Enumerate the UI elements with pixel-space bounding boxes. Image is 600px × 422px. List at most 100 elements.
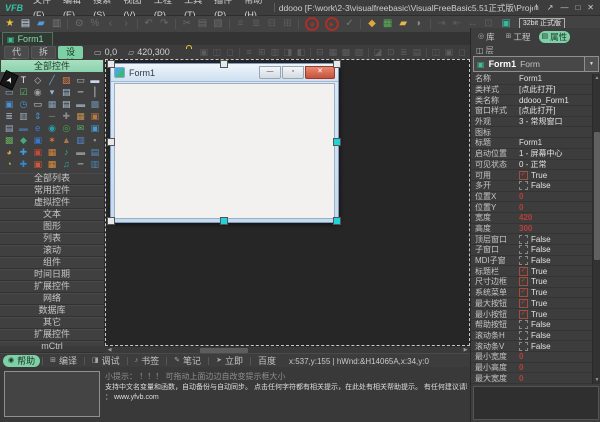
bottom-tab-baidu[interactable]: 百度 bbox=[253, 355, 281, 367]
align-tool-icon[interactable]: ▨ bbox=[353, 47, 365, 58]
property-value[interactable]: ✓ True bbox=[519, 170, 547, 180]
run-icon[interactable]: ▶ bbox=[324, 17, 339, 31]
document-tab-form1[interactable]: ▣ Form1 bbox=[2, 32, 53, 45]
vline-tool-icon[interactable]: ┃ bbox=[88, 86, 102, 98]
property-value[interactable]: 420 bbox=[519, 213, 532, 222]
property-value[interactable]: 0 - 正常 bbox=[519, 160, 547, 170]
checkbox-tool-icon[interactable]: ☑ bbox=[16, 86, 30, 98]
toolbox-category[interactable]: 列表 bbox=[0, 233, 104, 245]
shape-tool-icon[interactable]: ◇ bbox=[31, 74, 45, 86]
view-mode-button-设计[interactable]: 设计 bbox=[58, 45, 84, 68]
form-window[interactable]: Form1 — ▫ ✕ bbox=[110, 63, 339, 223]
bottom-tab-bookmark[interactable]: ♪ 书签 bbox=[130, 355, 165, 367]
dot-tool-icon[interactable]: ▪ bbox=[88, 134, 102, 146]
align-tool-icon[interactable]: ▣ bbox=[443, 47, 455, 58]
radio-tool-icon[interactable]: ◉ bbox=[31, 86, 45, 98]
toolbox-category[interactable]: 其它 bbox=[0, 317, 104, 329]
align-tool-icon[interactable]: ◫ bbox=[430, 47, 442, 58]
align-tool-icon[interactable]: ⊟ bbox=[314, 47, 326, 58]
align-tool-icon[interactable]: ≣ bbox=[398, 47, 410, 58]
toolbox-category[interactable]: 时间日期 bbox=[0, 269, 104, 281]
redo-icon[interactable]: ↷ bbox=[157, 17, 171, 31]
property-value[interactable]: [点此打开] bbox=[519, 85, 555, 95]
object-selector-dropdown[interactable]: ▣ Form1 Form ▼ bbox=[473, 56, 599, 72]
checkbox-unchecked-icon[interactable] bbox=[519, 341, 528, 351]
property-value[interactable]: False bbox=[519, 256, 551, 266]
globe-tool-icon[interactable]: ◎ bbox=[59, 122, 73, 134]
calendar-tool-icon[interactable]: ▦ bbox=[73, 110, 87, 122]
property-value[interactable]: 3 - 常规窗口 bbox=[519, 117, 563, 127]
scroll-up-icon[interactable]: ▲ bbox=[593, 74, 600, 82]
hr-tool-icon[interactable]: ━ bbox=[73, 158, 87, 170]
property-value[interactable]: False bbox=[519, 245, 551, 255]
toolbar-tool-icon[interactable]: ▥ bbox=[16, 110, 30, 122]
property-value[interactable]: False bbox=[519, 320, 551, 330]
mail-tool-icon[interactable]: ✉ bbox=[73, 122, 87, 134]
toolbox-category[interactable]: 扩展控件 bbox=[0, 329, 104, 341]
back-icon[interactable]: ‹ bbox=[104, 17, 118, 31]
checkbox-checked-icon[interactable]: ✓ bbox=[519, 170, 528, 180]
combobox-tool-icon[interactable]: ▾ bbox=[45, 86, 59, 98]
scrollbar-thumb[interactable] bbox=[594, 132, 600, 260]
report-tool-icon[interactable]: ▥ bbox=[73, 134, 87, 146]
align-tool-icon[interactable]: ◪ bbox=[372, 47, 384, 58]
panel-tab-library[interactable]: ◎ 库 bbox=[475, 31, 498, 43]
browser-tool-icon[interactable]: e bbox=[31, 122, 45, 134]
align-tool-icon[interactable]: ◻ bbox=[224, 47, 236, 58]
toolbox-category[interactable]: 全部列表 bbox=[0, 173, 104, 185]
property-value[interactable]: [点此打开] bbox=[519, 106, 555, 116]
toolbox-header[interactable]: 全部控件 bbox=[1, 60, 103, 72]
property-value[interactable]: 0 bbox=[519, 192, 523, 201]
property-value[interactable]: 0 bbox=[519, 352, 523, 361]
date-tool-icon[interactable]: ▣ bbox=[88, 110, 102, 122]
separator-tool-icon[interactable]: ─ bbox=[45, 110, 59, 122]
settings-icon[interactable]: ◆ bbox=[365, 17, 379, 31]
property-value[interactable]: 300 bbox=[519, 224, 532, 233]
bottom-tab-immediate[interactable]: ➤ 立即 bbox=[211, 355, 248, 367]
resize-handle-top-left[interactable] bbox=[107, 60, 115, 68]
toolbox-category[interactable]: 滚动 bbox=[0, 245, 104, 257]
resize-handle-top-center[interactable] bbox=[220, 60, 228, 68]
import-icon[interactable]: ⇤ bbox=[450, 17, 464, 31]
toolbox-category[interactable]: mCtrl bbox=[0, 341, 104, 353]
checkbox-unchecked-icon[interactable] bbox=[519, 234, 528, 244]
query-tool-icon[interactable]: ▣ bbox=[31, 134, 45, 146]
pie2-tool-icon[interactable]: ◔ bbox=[2, 158, 16, 170]
line-tool-icon[interactable]: ╱ bbox=[45, 74, 59, 86]
design-canvas[interactable]: Form1 — ▫ ✕ bbox=[105, 59, 470, 346]
property-value[interactable]: Form1 bbox=[519, 74, 542, 83]
align-tool-icon[interactable]: ◧ bbox=[295, 47, 307, 58]
hline-tool-icon[interactable]: ━ bbox=[73, 86, 87, 98]
property-value[interactable]: 0 bbox=[519, 374, 523, 383]
close-icon[interactable]: ✕ bbox=[587, 0, 594, 15]
note-tool-icon[interactable]: ♫ bbox=[59, 158, 73, 170]
skin-icon[interactable]: ⋔ bbox=[533, 0, 540, 15]
outdent-icon[interactable]: ≣ bbox=[249, 17, 263, 31]
scroll-down-icon[interactable]: ▼ bbox=[593, 376, 600, 384]
bottom-tab-debug[interactable]: ◨ 调试 bbox=[87, 355, 125, 367]
align-tool-icon[interactable]: ◻ bbox=[456, 47, 468, 58]
align-tool-icon[interactable]: ◫ bbox=[211, 47, 223, 58]
listbox-tool-icon[interactable]: ▤ bbox=[59, 86, 73, 98]
text-tool-icon[interactable]: T bbox=[16, 74, 30, 86]
layer-label[interactable]: 层 bbox=[486, 45, 494, 56]
checkbox-checked-icon[interactable]: ✓ bbox=[519, 298, 528, 308]
align-tool-icon[interactable]: ⊡ bbox=[385, 47, 397, 58]
property-value[interactable]: ✓ True bbox=[519, 277, 547, 287]
chart-tool-icon[interactable]: ▦ bbox=[45, 146, 59, 158]
compile-icon[interactable]: ◉ bbox=[305, 17, 319, 31]
ctrl-tool-icon[interactable]: ▥ bbox=[88, 158, 102, 170]
toolbox-category[interactable]: 组件 bbox=[0, 257, 104, 269]
layers-icon[interactable]: ◫ bbox=[476, 46, 484, 55]
form-client-area[interactable] bbox=[114, 83, 335, 219]
property-value[interactable]: ✓ True bbox=[519, 309, 547, 319]
checkbox-unchecked-icon[interactable] bbox=[519, 256, 528, 266]
open-project-icon[interactable]: ▰ bbox=[34, 17, 48, 31]
toolbox-category[interactable]: 网络 bbox=[0, 293, 104, 305]
image2-tool-icon[interactable]: ▦ bbox=[45, 158, 59, 170]
undo-icon[interactable]: ↶ bbox=[142, 17, 156, 31]
resize-handle-bottom-right[interactable] bbox=[333, 217, 341, 225]
bar-tool-icon[interactable]: ▬ bbox=[73, 146, 87, 158]
tree-tool-icon[interactable]: ≣ bbox=[2, 110, 16, 122]
resize-handle-middle-right[interactable] bbox=[333, 138, 341, 146]
